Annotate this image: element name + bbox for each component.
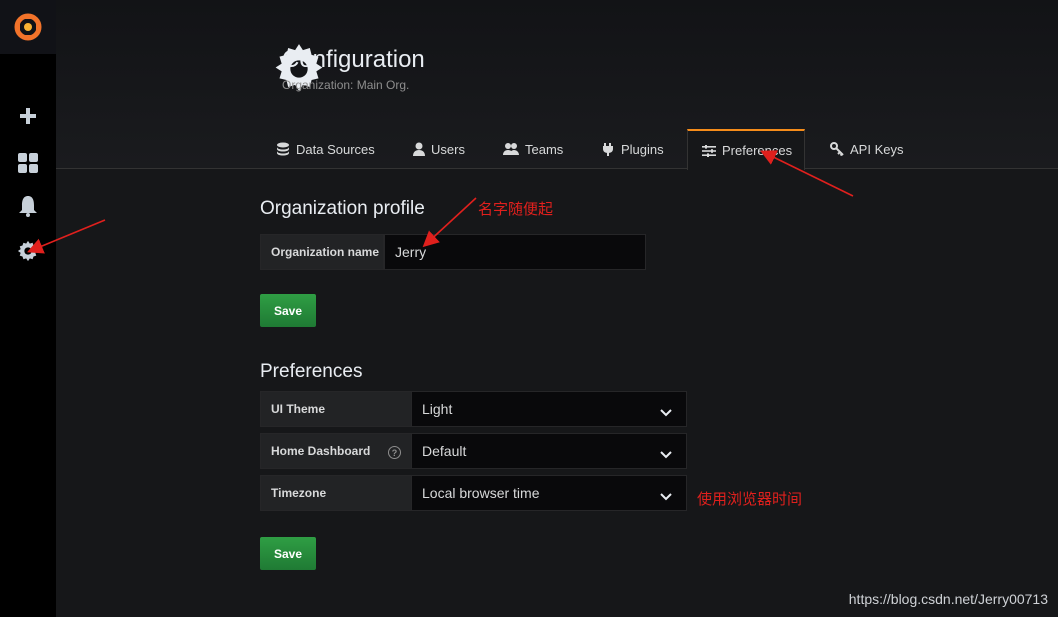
gear-icon[interactable]	[0, 235, 56, 267]
preferences-title: Preferences	[260, 361, 363, 382]
sliders-icon	[702, 144, 716, 157]
org-profile-title: Organization profile	[260, 198, 425, 219]
user-icon	[413, 142, 425, 156]
sidebar	[0, 0, 56, 617]
org-name-label: Organization name	[260, 234, 384, 270]
page-title: Configuration	[282, 46, 425, 73]
page-subtitle: Organization: Main Org.	[282, 78, 410, 92]
grafana-logo[interactable]	[0, 0, 56, 54]
org-save-button[interactable]: Save	[260, 294, 316, 327]
tab-label: Data Sources	[296, 141, 375, 157]
ui-theme-value: Light	[422, 401, 453, 417]
org-name-input[interactable]: Jerry	[384, 234, 646, 270]
tab-plugins[interactable]: Plugins	[587, 129, 678, 169]
tab-label: Teams	[525, 141, 564, 157]
plug-icon	[601, 142, 615, 156]
plus-icon[interactable]	[0, 100, 56, 132]
tab-label: Plugins	[621, 141, 664, 157]
tab-label: Preferences	[722, 143, 793, 158]
timezone-select[interactable]: Local browser time	[411, 475, 687, 511]
home-dashboard-value: Default	[422, 443, 467, 459]
help-icon[interactable]: ?	[388, 446, 401, 459]
tab-preferences[interactable]: Preferences	[687, 129, 805, 170]
annotation-name-note: 名字随便起	[478, 200, 554, 218]
dashboards-icon[interactable]	[0, 147, 56, 179]
timezone-label: Timezone	[260, 475, 412, 511]
grafana-logo-icon	[14, 13, 42, 41]
users-icon	[503, 142, 519, 156]
chevron-down-icon	[660, 488, 672, 504]
tab-label: API Keys	[850, 141, 904, 157]
chevron-down-icon	[660, 404, 672, 420]
tab-api-keys[interactable]: API Keys	[816, 129, 917, 169]
ui-theme-label: UI Theme	[260, 391, 412, 427]
database-icon	[276, 142, 290, 156]
watermark: https://blog.csdn.net/Jerry00713	[848, 591, 1048, 607]
key-icon	[830, 142, 844, 156]
tab-users[interactable]: Users	[399, 129, 479, 169]
tab-teams[interactable]: Teams	[489, 129, 577, 169]
bell-icon[interactable]	[0, 190, 56, 222]
tab-data-sources[interactable]: Data Sources	[262, 129, 389, 169]
ui-theme-select[interactable]: Light	[411, 391, 687, 427]
timezone-value: Local browser time	[422, 485, 540, 501]
tab-label: Users	[431, 141, 465, 157]
home-dashboard-select[interactable]: Default	[411, 433, 687, 469]
home-dashboard-label: Home Dashboard ?	[260, 433, 412, 469]
chevron-down-icon	[660, 446, 672, 462]
annotation-timezone-note: 使用浏览器时间	[697, 490, 803, 508]
home-dashboard-label-text: Home Dashboard	[271, 444, 371, 458]
preferences-save-button[interactable]: Save	[260, 537, 316, 570]
